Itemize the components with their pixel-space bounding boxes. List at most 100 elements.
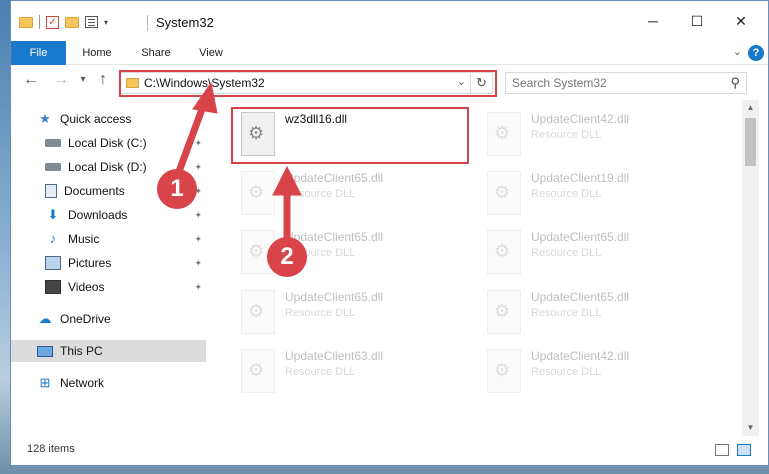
nav-item-label: OneDrive <box>60 312 111 326</box>
pin-icon[interactable]: ✦ <box>194 282 202 293</box>
file-type: Resource DLL <box>531 129 602 141</box>
nav-item-label: Local Disk (C:) <box>68 136 147 150</box>
file-name: UpdateClient63.dll <box>285 349 384 363</box>
tab-share[interactable]: Share <box>131 41 181 65</box>
music-icon: ♪ <box>49 231 57 246</box>
status-bar: 128 items <box>11 436 768 465</box>
nav-item-local-disk-c[interactable]: Local Disk (C:) ✦ <box>11 132 206 154</box>
window-title: System32 <box>156 15 214 30</box>
cloud-icon: ☁ <box>38 311 52 326</box>
scroll-thumb[interactable] <box>745 118 756 166</box>
search-icon[interactable]: ⚲ <box>730 75 740 91</box>
file-name: UpdateClient65.dll <box>531 290 630 304</box>
file-name: UpdateClient42.dll <box>531 349 630 363</box>
nav-item-label: Downloads <box>68 208 128 222</box>
back-button[interactable]: ← <box>21 71 41 89</box>
close-button[interactable]: ✕ <box>731 11 751 31</box>
drive-icon <box>45 139 61 147</box>
item-count: 128 items <box>27 443 75 455</box>
drive-icon <box>45 163 61 171</box>
customize-toolbar-icon[interactable]: ▾ <box>104 18 108 27</box>
dll-file-icon <box>487 171 521 215</box>
computer-icon <box>37 345 53 357</box>
file-name: UpdateClient65.dll <box>285 171 384 185</box>
nav-item-onedrive[interactable]: ☁ OneDrive <box>11 308 206 330</box>
dll-file-icon <box>241 171 275 215</box>
file-type: Resource DLL <box>285 188 356 200</box>
nav-item-quick-access[interactable]: ★ Quick access <box>11 108 206 130</box>
properties-icon[interactable] <box>85 16 98 28</box>
pin-icon[interactable]: ✦ <box>194 210 202 221</box>
help-button[interactable]: ? <box>748 45 764 61</box>
vertical-scrollbar[interactable]: ▲ ▼ <box>742 100 759 436</box>
recent-locations-button[interactable]: ▾ <box>73 74 93 85</box>
file-type: Resource DLL <box>531 188 602 200</box>
tab-view[interactable]: View <box>189 41 233 65</box>
file-item[interactable]: UpdateClient65.dll Resource DLL <box>481 284 721 344</box>
file-item[interactable]: UpdateClient19.dll Resource DLL <box>481 165 721 225</box>
file-name: UpdateClient65.dll <box>285 290 384 304</box>
address-bar-highlight <box>119 70 497 97</box>
documents-icon <box>45 184 57 198</box>
navigation-pane: ★ Quick access Local Disk (C:) ✦ Local D… <box>11 100 206 436</box>
file-item[interactable]: UpdateClient65.dll Resource DLL <box>235 165 475 225</box>
file-name: UpdateClient19.dll <box>531 171 630 185</box>
nav-item-label: Local Disk (D:) <box>68 160 147 174</box>
dll-file-icon <box>487 112 521 156</box>
toolbar-divider <box>39 15 40 29</box>
file-item[interactable]: UpdateClient65.dll Resource DLL <box>481 224 721 284</box>
file-item[interactable]: UpdateClient65.dll Resource DLL <box>235 284 475 344</box>
dll-file-icon <box>241 349 275 393</box>
step-1-marker: 1 <box>157 169 197 209</box>
search-box[interactable]: ⚲ <box>505 72 747 94</box>
nav-item-label: Documents <box>64 184 125 198</box>
file-name: UpdateClient65.dll <box>531 230 630 244</box>
file-type: Resource DLL <box>285 366 356 378</box>
details-view-icon[interactable] <box>715 444 729 456</box>
nav-item-this-pc[interactable]: This PC <box>11 340 206 362</box>
scroll-up-icon[interactable]: ▲ <box>742 100 759 116</box>
quick-access-toolbar: ✓ ▾ <box>19 15 108 29</box>
maximize-button[interactable]: ☐ <box>687 11 707 31</box>
file-name: UpdateClient42.dll <box>531 112 630 126</box>
title-bar: ✓ ▾ System32 ─ ☐ ✕ <box>11 1 768 41</box>
new-folder-icon[interactable] <box>65 16 79 28</box>
nav-item-music[interactable]: ♪ Music ✦ <box>11 228 206 250</box>
file-type: Resource DLL <box>531 307 602 319</box>
nav-item-label: This PC <box>60 344 103 358</box>
pin-icon[interactable]: ✦ <box>194 234 202 245</box>
up-button[interactable]: ↑ <box>93 71 113 89</box>
pin-icon[interactable]: ✦ <box>194 258 202 269</box>
nav-item-videos[interactable]: Videos ✦ <box>11 276 206 298</box>
dll-file-icon <box>487 230 521 274</box>
file-item[interactable]: UpdateClient42.dll Resource DLL <box>481 343 721 403</box>
pin-icon[interactable]: ✦ <box>194 138 202 149</box>
nav-item-label: Pictures <box>68 256 112 270</box>
nav-item-label: Quick access <box>60 112 132 126</box>
file-item[interactable]: UpdateClient63.dll Resource DLL <box>235 343 475 403</box>
file-item[interactable]: UpdateClient42.dll Resource DLL <box>481 106 721 166</box>
title-divider <box>147 15 148 31</box>
file-type: Resource DLL <box>531 247 602 259</box>
tab-home[interactable]: Home <box>73 41 121 65</box>
nav-item-network[interactable]: ⊞ Network <box>11 372 206 394</box>
large-icons-view-icon[interactable] <box>737 444 751 456</box>
dll-file-icon <box>487 290 521 334</box>
scroll-down-icon[interactable]: ▼ <box>742 420 759 436</box>
explorer-window: ✓ ▾ System32 ─ ☐ ✕ File Home Share View … <box>10 0 769 466</box>
step-2-marker: 2 <box>267 237 307 277</box>
properties-check-icon[interactable]: ✓ <box>46 15 59 29</box>
downloads-icon: ⬇ <box>47 207 59 222</box>
file-type: Resource DLL <box>285 307 356 319</box>
expand-ribbon-icon[interactable]: ⌄ <box>733 45 742 58</box>
pin-icon[interactable]: ✦ <box>194 162 202 173</box>
dll-file-icon <box>241 290 275 334</box>
nav-item-pictures[interactable]: Pictures ✦ <box>11 252 206 274</box>
forward-button[interactable]: → <box>51 71 71 89</box>
star-icon: ★ <box>39 111 51 126</box>
nav-item-label: Music <box>68 232 100 246</box>
videos-icon <box>45 280 61 294</box>
minimize-button[interactable]: ─ <box>643 11 663 31</box>
search-input[interactable] <box>512 76 712 90</box>
file-type: Resource DLL <box>531 366 602 378</box>
